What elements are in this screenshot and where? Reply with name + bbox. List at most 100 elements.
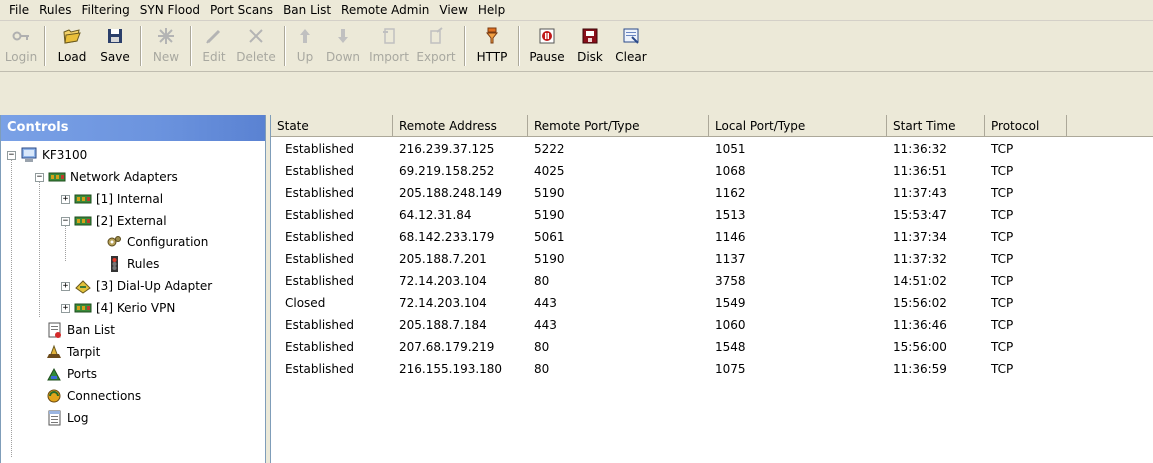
edit-button[interactable]: Edit (196, 22, 232, 70)
cell-state: Established (285, 230, 355, 244)
import-button[interactable]: Import (366, 22, 412, 70)
export-button[interactable]: Export (412, 22, 460, 70)
tree-label: [2] External (96, 214, 167, 228)
table-row[interactable]: Established 72.14.203.104 80 3758 14:51:02 TC… (271, 270, 1153, 292)
floppy-disk-icon (108, 29, 122, 43)
up-button[interactable]: Up (290, 22, 320, 70)
tree-node-log[interactable]: Log (45, 408, 88, 428)
clear-page-icon (623, 28, 639, 44)
expand-toggle[interactable]: + (61, 303, 70, 313)
cell-remote-port: 5061 (534, 230, 565, 244)
cell-remote-address: 68.142.233.179 (399, 230, 495, 244)
tree-node-external[interactable]: − [2] External (61, 211, 167, 231)
column-header-state[interactable]: State (271, 115, 393, 137)
cell-remote-address: 69.219.158.252 (399, 164, 495, 178)
column-header-start-time[interactable]: Start Time (887, 115, 985, 137)
key-icon (12, 31, 29, 41)
cell-state: Established (285, 362, 355, 376)
table-row[interactable]: Established 216.155.193.180 80 1075 11:36:59… (271, 358, 1153, 380)
tree-node-internal[interactable]: + [1] Internal (61, 189, 163, 209)
cell-state: Established (285, 274, 355, 288)
table-row[interactable]: Established 205.188.248.149 5190 1162 11:37:… (271, 182, 1153, 204)
http-button[interactable]: HTTP (470, 22, 514, 70)
menu-ban-list[interactable]: Ban List (278, 0, 336, 21)
down-button[interactable]: Down (320, 22, 366, 70)
table-row[interactable]: Closed 72.14.203.104 443 1549 15:56:02 TCP (271, 292, 1153, 314)
tree-node-network-adapters[interactable]: − Network Adapters (35, 167, 178, 187)
menu-help[interactable]: Help (473, 0, 510, 21)
table-row[interactable]: Established 205.188.7.201 5190 1137 11:37:32… (271, 248, 1153, 270)
column-header-protocol[interactable]: Protocol (985, 115, 1067, 137)
expand-toggle[interactable]: + (61, 194, 70, 204)
disk-button[interactable]: Disk (570, 22, 610, 70)
funnel-filter-icon (485, 27, 499, 44)
menu-view[interactable]: View (434, 0, 472, 21)
column-header-remote-port[interactable]: Remote Port/Type (528, 115, 709, 137)
import-icon (383, 28, 395, 44)
pause-button[interactable]: Pause (524, 22, 570, 70)
collapse-toggle[interactable]: − (7, 150, 16, 160)
ports-icon (47, 367, 61, 381)
cell-local-port: 1075 (715, 362, 746, 376)
menu-file[interactable]: File (4, 0, 34, 21)
cell-remote-port: 443 (534, 318, 557, 332)
login-button[interactable]: Login (2, 22, 40, 70)
tree-label: Rules (127, 257, 160, 271)
cell-start-time: 11:36:51 (893, 164, 947, 178)
table-row[interactable]: Established 64.12.31.84 5190 1513 15:53:47 TC… (271, 204, 1153, 226)
cell-start-time: 11:37:34 (893, 230, 947, 244)
menu-rules[interactable]: Rules (34, 0, 76, 21)
tree-label: Log (67, 411, 89, 425)
ban-list-document-icon (48, 322, 61, 338)
cell-state: Established (285, 186, 355, 200)
menu-filtering[interactable]: Filtering (76, 0, 134, 21)
tarpit-icon (47, 344, 61, 358)
sparkle-icon (158, 28, 174, 44)
column-header-local-port[interactable]: Local Port/Type (709, 115, 887, 137)
network-card-icon (74, 303, 92, 313)
table-row[interactable]: Established 216.239.37.125 5222 1051 11:36:3… (271, 138, 1153, 160)
tree-guide-line (39, 177, 40, 317)
tree-node-tarpit[interactable]: Tarpit (45, 342, 100, 362)
cell-remote-port: 5190 (534, 208, 565, 222)
cell-remote-address: 207.68.179.219 (399, 340, 495, 354)
collapse-toggle[interactable]: − (35, 172, 44, 182)
menu-port-scans[interactable]: Port Scans (205, 0, 278, 21)
save-button[interactable]: Save (94, 22, 136, 70)
expand-toggle[interactable]: + (61, 281, 70, 291)
cell-start-time: 11:36:46 (893, 318, 947, 332)
cell-protocol: TCP (991, 362, 1014, 376)
tree-node-kf3100[interactable]: − KF3100 (7, 145, 87, 165)
tree-node-ban-list[interactable]: Ban List (45, 320, 115, 340)
tree-node-kerio-vpn[interactable]: + [4] Kerio VPN (61, 298, 175, 318)
menu-syn-flood[interactable]: SYN Flood (135, 0, 205, 21)
tree-node-configuration[interactable]: Configuration (105, 232, 208, 252)
table-row[interactable]: Established 68.142.233.179 5061 1146 11:37:3… (271, 226, 1153, 248)
cell-protocol: TCP (991, 142, 1014, 156)
tree-node-dialup-adapter[interactable]: + [3] Dial-Up Adapter (61, 276, 212, 296)
cell-remote-address: 72.14.203.104 (399, 274, 487, 288)
delete-button[interactable]: Delete (232, 22, 280, 70)
table-row[interactable]: Established 207.68.179.219 80 1548 15:56:00 T… (271, 336, 1153, 358)
column-header-remote-address[interactable]: Remote Address (393, 115, 528, 137)
table-row[interactable]: Established 69.219.158.252 4025 1068 11:36:5… (271, 160, 1153, 182)
export-icon (430, 27, 443, 44)
table-row[interactable]: Established 205.188.7.184 443 1060 11:36:46 T… (271, 314, 1153, 336)
new-button[interactable]: New (146, 22, 186, 70)
tree-node-rules[interactable]: Rules (105, 254, 159, 274)
network-card-icon (74, 194, 92, 204)
menu-bar: File Rules Filtering SYN Flood Port Scan… (0, 0, 1153, 21)
toolbar-separator (464, 26, 466, 66)
menu-remote-admin[interactable]: Remote Admin (336, 0, 434, 21)
cell-remote-address: 64.12.31.84 (399, 208, 472, 222)
tree-node-connections[interactable]: Connections (45, 386, 141, 406)
load-button[interactable]: Load (50, 22, 94, 70)
cell-start-time: 11:37:32 (893, 252, 947, 266)
computer-icon (21, 147, 37, 162)
network-card-icon (48, 172, 66, 182)
tree-label: KF3100 (42, 148, 88, 162)
collapse-toggle[interactable]: − (61, 216, 70, 226)
tree-node-ports[interactable]: Ports (45, 364, 97, 384)
cell-protocol: TCP (991, 230, 1014, 244)
clear-button[interactable]: Clear (610, 22, 652, 70)
